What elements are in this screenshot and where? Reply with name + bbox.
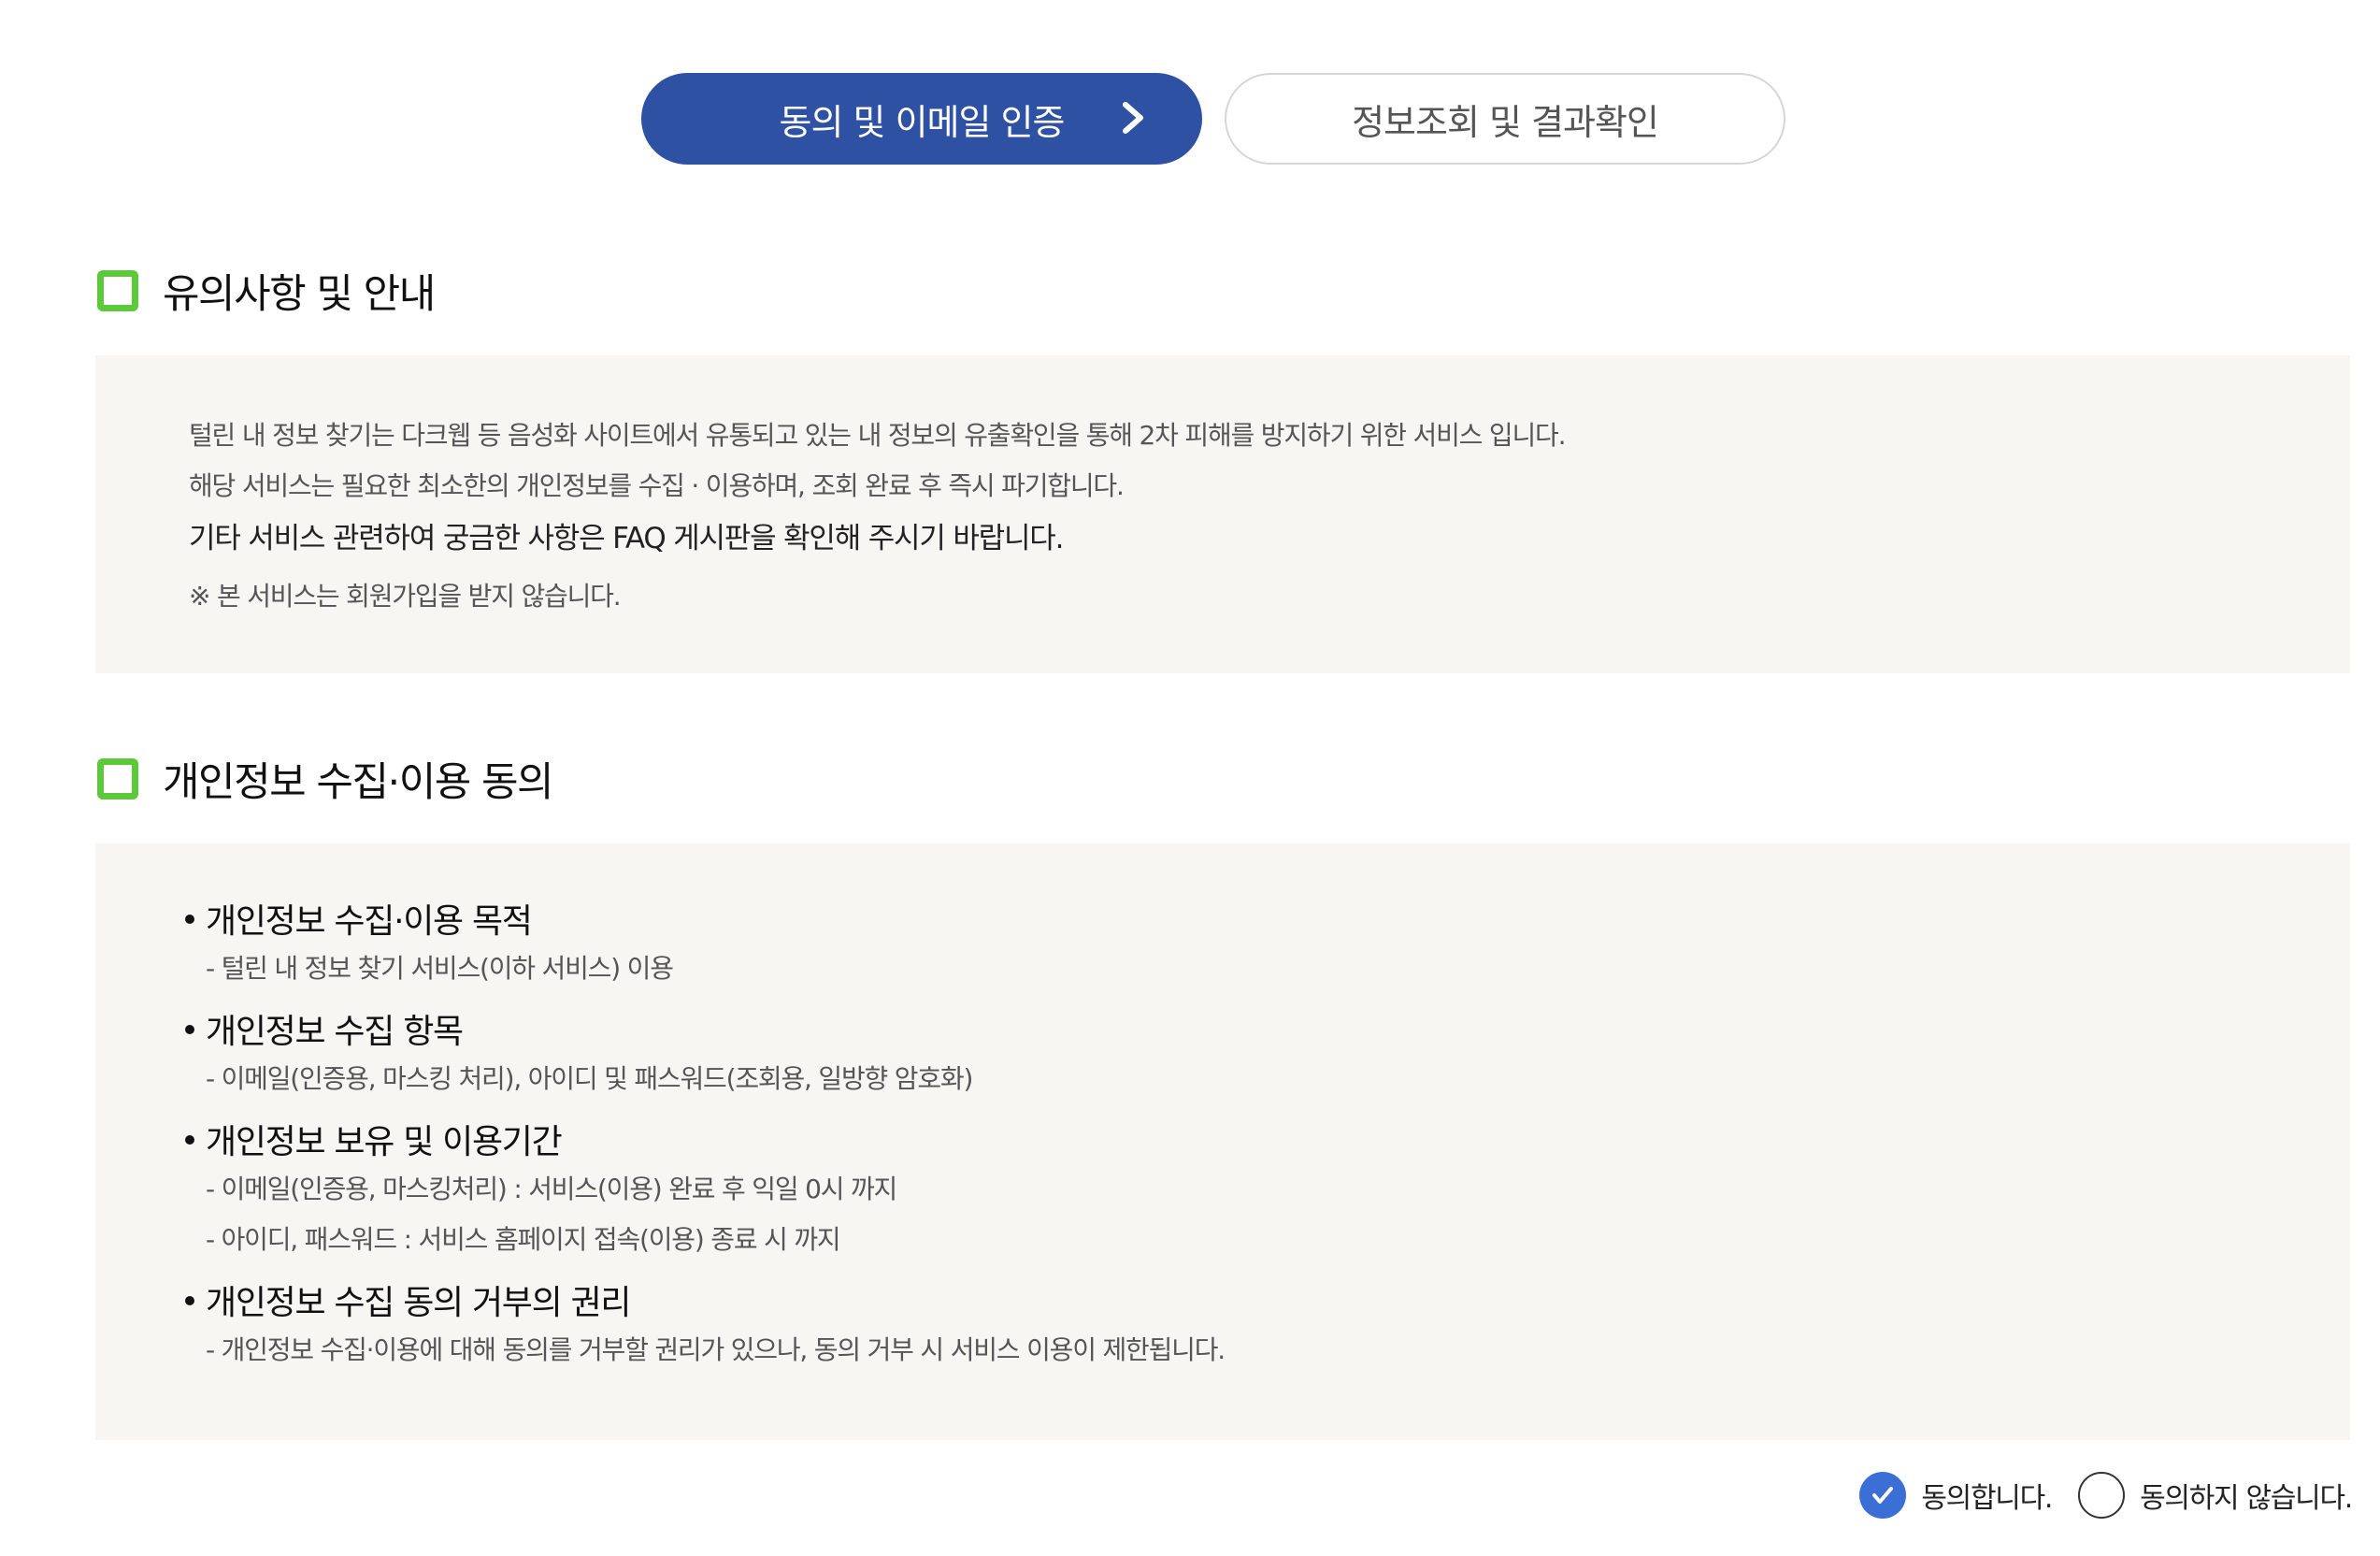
square-bullet-icon [97, 758, 138, 800]
disagree-label: 동의하지 않습니다. [2140, 1482, 2353, 1515]
checkmark-icon [1872, 1487, 1894, 1504]
bullet-icon [185, 1025, 194, 1034]
chevron-right-icon [1123, 102, 1143, 134]
consent-item-detail: - 이메일(인증용, 마스킹처리) : 서비스(이용) 완료 후 익일 0시 까… [206, 1174, 897, 1204]
agreement-radio-group: 동의합니다. 동의하지 않습니다. [1859, 1472, 2353, 1519]
notice-title: 유의사항 및 안내 [163, 271, 436, 318]
agree-label: 동의합니다. [1921, 1482, 2053, 1515]
consent-item-detail: - 이메일(인증용, 마스킹 처리), 아이디 및 패스워드(조회용, 일방향 … [206, 1063, 973, 1094]
consent-item-title: 개인정보 보유 및 이용기간 [185, 1115, 563, 1163]
notice-heading: 유의사항 및 안내 [97, 262, 436, 320]
notice-box: 털린 내 정보 찾기는 다크웹 등 음성화 사이트에서 유통되고 있는 내 정보… [95, 355, 2350, 673]
consent-item-title: 개인정보 수집 항목 [185, 1004, 464, 1053]
radio-checked-icon[interactable] [1859, 1472, 1907, 1519]
step-tab-consent-email[interactable]: 동의 및 이메일 인증 [641, 73, 1202, 165]
bullet-icon [185, 915, 194, 924]
consent-item-detail: - 아이디, 패스워드 : 서비스 홈페이지 접속(이용) 종료 시 까지 [206, 1224, 841, 1255]
radio-unchecked-icon[interactable] [2078, 1472, 2126, 1519]
disagree-option[interactable]: 동의하지 않습니다. [2078, 1472, 2353, 1519]
square-bullet-icon [97, 270, 138, 311]
bullet-icon [185, 1296, 194, 1305]
consent-item-title: 개인정보 수집 동의 거부의 권리 [185, 1275, 632, 1324]
consent-item-detail: - 털린 내 정보 찾기 서비스(이하 서비스) 이용 [206, 953, 674, 984]
agree-option[interactable]: 동의합니다. [1859, 1472, 2053, 1519]
notice-line: 털린 내 정보 찾기는 다크웹 등 음성화 사이트에서 유통되고 있는 내 정보… [189, 420, 1567, 451]
bullet-icon [185, 1135, 194, 1145]
consent-heading: 개인정보 수집·이용 동의 [97, 750, 554, 808]
step-tab-label: 정보조회 및 결과확인 [1352, 101, 1659, 143]
step-tab-lookup-result[interactable]: 정보조회 및 결과확인 [1225, 73, 1785, 165]
notice-line-note: ※ 본 서비스는 회원가입을 받지 않습니다. [189, 581, 622, 612]
consent-item-title: 개인정보 수집·이용 목적 [185, 894, 533, 943]
step-tabs: 동의 및 이메일 인증 정보조회 및 결과확인 [641, 73, 1785, 165]
notice-line: 해당 서비스는 필요한 최소한의 개인정보를 수집 · 이용하며, 조회 완료 … [189, 470, 1125, 501]
notice-line: 기타 서비스 관련하여 궁금한 사항은 FAQ 게시판을 확인해 주시기 바랍니… [189, 522, 1064, 555]
step-tab-label: 동의 및 이메일 인증 [779, 101, 1066, 143]
consent-item-detail: - 개인정보 수집·이용에 대해 동의를 거부할 권리가 있으나, 동의 거부 … [206, 1334, 1226, 1365]
page: 동의 및 이메일 인증 정보조회 및 결과확인 유의사항 및 안내 털린 내 정… [0, 0, 2380, 1556]
consent-title: 개인정보 수집·이용 동의 [163, 759, 554, 806]
consent-box: 개인정보 수집·이용 목적 - 털린 내 정보 찾기 서비스(이하 서비스) 이… [95, 843, 2350, 1440]
